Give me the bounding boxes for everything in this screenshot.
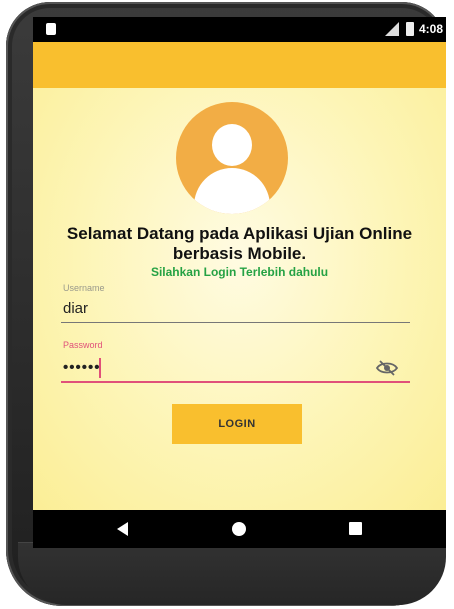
welcome-title: Selamat Datang pada Aplikasi Ujian Onlin… [66,224,413,263]
navigation-bar [33,510,446,548]
user-avatar-icon [176,102,288,214]
login-subtitle: Silahkan Login Terlebih dahulu [150,265,329,279]
sim-card-icon [46,23,56,35]
username-input[interactable]: diar [63,300,88,317]
recent-apps-icon[interactable] [349,522,362,535]
username-underline [61,322,410,323]
username-label: Username [63,283,105,293]
status-bar: 4:08 [33,17,446,42]
back-icon[interactable] [117,522,128,536]
app-bar [33,42,446,88]
phone-frame: 4:08 Selamat Datang pada Aplikasi Ujian … [6,2,446,606]
text-cursor [99,358,101,378]
password-underline [61,381,410,383]
status-time: 4:08 [419,22,444,36]
home-icon[interactable] [232,522,246,536]
login-content: Selamat Datang pada Aplikasi Ujian Onlin… [33,88,446,510]
device-screen: 4:08 Selamat Datang pada Aplikasi Ujian … [33,17,446,548]
password-label: Password [63,340,103,350]
phone-chin [18,542,446,605]
battery-icon [406,22,414,36]
password-input[interactable]: •••••• [63,359,101,376]
eye-off-icon[interactable] [376,360,398,376]
signal-icon [385,22,399,36]
login-button[interactable]: LOGIN [172,404,302,444]
